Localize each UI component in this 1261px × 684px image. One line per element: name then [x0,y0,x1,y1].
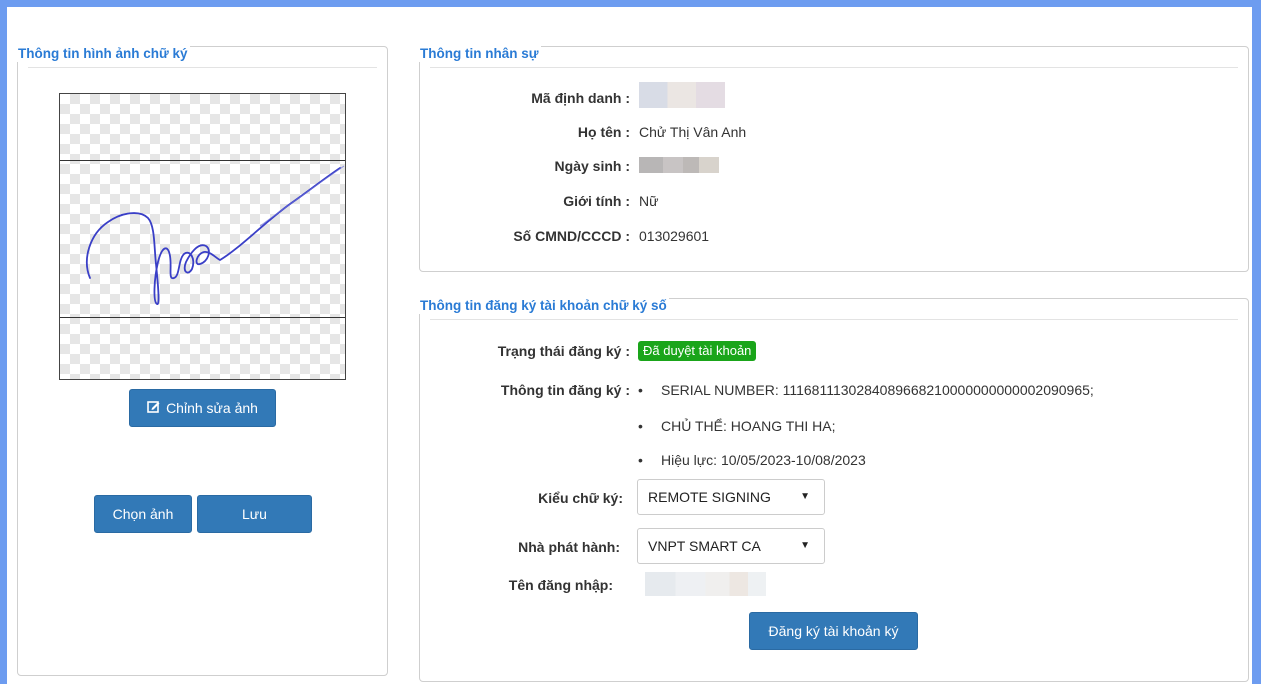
edit-image-button[interactable]: Chỉnh sửa ảnh [129,389,276,427]
username-label: Tên đăng nhập: [508,577,613,593]
signature-image [86,165,345,305]
id-card-value: 013029601 [639,228,710,244]
issuer-label: Nhà phát hành: [518,539,620,555]
list-bullet: • [638,382,643,398]
info-serial-number: SERIAL NUMBER: 1116811130284089668210000… [661,382,1094,398]
personnel-panel-title: Thông tin nhân sự [418,46,541,62]
edit-icon [147,400,160,416]
issuer-value: VNPT SMART CA [648,538,761,554]
choose-image-label: Chọn ảnh [112,506,174,522]
signature-canvas[interactable] [59,93,346,380]
signing-type-select[interactable]: REMOTE SIGNING ▼ [637,479,825,515]
signing-type-label: Kiểu chữ ký: [538,490,623,506]
id-code-value-redacted [639,82,725,108]
full-name-label: Họ tên : [577,124,630,140]
signature-panel-title: Thông tin hình ảnh chữ ký [16,46,190,62]
birth-date-value-redacted [639,157,719,173]
register-account-button[interactable]: Đăng ký tài khoản ký [749,612,918,650]
info-validity: Hiệu lực: 10/05/2023-10/08/2023 [661,452,866,468]
list-bullet: • [638,452,643,468]
status-label: Trạng thái đăng ký : [497,343,630,359]
birth-date-label: Ngày sinh : [554,158,630,174]
divider [28,67,377,68]
register-account-label: Đăng ký tài khoản ký [768,623,899,639]
info-subject: CHỦ THỂ: HOANG THI HA; [661,418,836,434]
divider [430,67,1238,68]
edit-image-label: Chỉnh sửa ảnh [166,400,258,416]
issuer-select[interactable]: VNPT SMART CA ▼ [637,528,825,564]
dropdown-arrow-icon: ▼ [800,491,810,502]
full-name-value: Chử Thị Vân Anh [639,124,747,140]
dropdown-arrow-icon: ▼ [800,540,810,551]
save-label: Lưu [242,506,267,522]
gender-label: Giới tính : [563,193,630,209]
id-code-label: Mã định danh : [531,90,630,106]
registration-panel-title: Thông tin đăng ký tài khoản chữ ký số [418,298,669,314]
divider [430,319,1238,320]
registration-info-label: Thông tin đăng ký : [500,382,630,398]
id-card-label: Số CMND/CCCD : [513,228,630,244]
list-bullet: • [638,418,643,434]
save-button[interactable]: Lưu [197,495,312,533]
signing-type-value: REMOTE SIGNING [648,489,771,505]
choose-image-button[interactable]: Chọn ảnh [94,495,192,533]
status-badge: Đã duyệt tài khoản [638,341,757,361]
gender-value: Nữ [639,193,659,209]
username-value-redacted [645,572,766,596]
